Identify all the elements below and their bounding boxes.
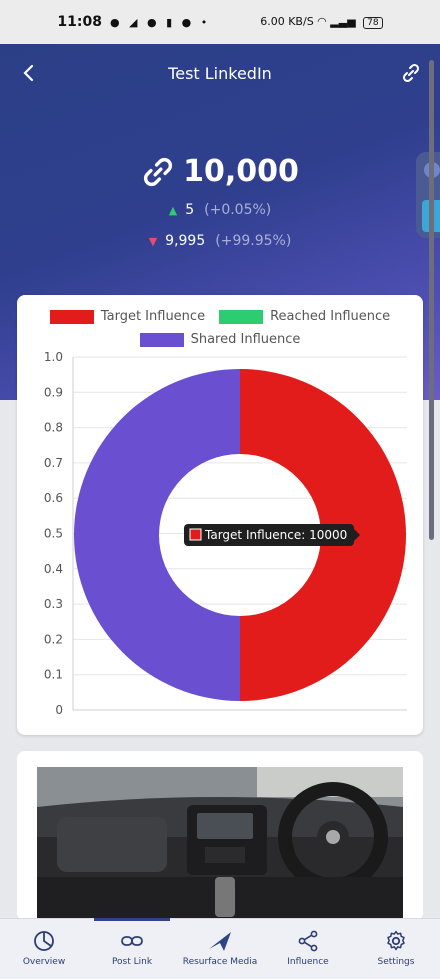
pie-chart-icon bbox=[34, 931, 54, 951]
floating-tools[interactable] bbox=[416, 152, 440, 238]
nav-label-overview: Overview bbox=[22, 957, 66, 967]
y-tick-label: 0.1 bbox=[44, 668, 63, 682]
tooltip-text: Target Influence: 10000 bbox=[204, 528, 347, 542]
nav-label-influence: Influence bbox=[287, 957, 329, 967]
status-bar: 11:08 ● ◢ ● ▮ ● • 6.00 KB/S ◠ ▂▃▅ 78 bbox=[0, 0, 440, 44]
media-preview-card[interactable] bbox=[17, 751, 423, 921]
status-right: 6.00 KB/S ◠ ▂▃▅ 78 bbox=[260, 15, 383, 29]
y-tick-label: 0.4 bbox=[44, 562, 63, 576]
influence-chart-card: Target Influence Reached Influence Share… bbox=[17, 295, 423, 735]
y-tick-label: 0.9 bbox=[44, 385, 63, 399]
nav-post-link[interactable]: Post Link bbox=[88, 918, 176, 967]
nav-overview[interactable]: Overview bbox=[0, 919, 88, 967]
share-icon bbox=[298, 930, 318, 952]
notification-icons: ● ◢ ● ▮ ● • bbox=[109, 15, 211, 29]
nav-label-resurface-media: Resurface Media bbox=[182, 957, 258, 967]
page-title: Test LinkedIn bbox=[168, 64, 272, 83]
chart-tooltip: Target Influence: 10000 bbox=[184, 524, 360, 546]
increase-stat: ▲ 5 (+0.05%) bbox=[0, 202, 440, 218]
total-count: 10,000 bbox=[0, 154, 440, 189]
bottom-navigation: Overview Post Link Resurface Media Influ… bbox=[0, 918, 440, 979]
car-interior-photo[interactable] bbox=[37, 767, 403, 921]
count-value: 10,000 bbox=[183, 154, 299, 189]
y-tick-label: 0.7 bbox=[44, 456, 63, 470]
gear-icon bbox=[387, 930, 405, 951]
y-tick-label: 0.3 bbox=[44, 597, 63, 611]
scrollbar[interactable] bbox=[429, 60, 434, 540]
chain-link-icon bbox=[144, 157, 173, 186]
y-tick-label: 0.8 bbox=[44, 421, 63, 435]
y-tick-label: 1.0 bbox=[44, 350, 63, 364]
nav-label-post-link: Post Link bbox=[111, 957, 153, 967]
decrease-stat: ▼ 9,995 (+99.95%) bbox=[0, 233, 440, 249]
link-icon[interactable] bbox=[400, 62, 422, 84]
nav-label-settings: Settings bbox=[377, 957, 415, 967]
triangle-up-icon: ▲ bbox=[168, 204, 178, 217]
nav-resurface-media[interactable]: Resurface Media bbox=[176, 919, 264, 967]
down-change: (+99.95%) bbox=[215, 233, 292, 249]
up-change: (+0.05%) bbox=[204, 202, 272, 218]
paper-plane-icon bbox=[209, 932, 231, 951]
y-tick-label: 0.6 bbox=[44, 491, 63, 505]
y-tick-label: 0.2 bbox=[44, 632, 63, 646]
triangle-down-icon: ▼ bbox=[148, 235, 158, 248]
nav-settings[interactable]: Settings bbox=[352, 919, 440, 967]
nav-influence[interactable]: Influence bbox=[264, 919, 352, 967]
wifi-icon: ◠ bbox=[317, 15, 331, 28]
network-speed: 6.00 KB/S bbox=[260, 15, 314, 28]
y-tick-label: 0 bbox=[55, 703, 63, 717]
battery-icon: 78 bbox=[363, 17, 383, 29]
status-time: 11:08 bbox=[57, 14, 102, 30]
y-tick-label: 0.5 bbox=[44, 527, 63, 541]
signal-icon: ▂▃▅ bbox=[330, 15, 356, 28]
up-value: 5 bbox=[185, 202, 195, 218]
down-value: 9,995 bbox=[165, 233, 206, 249]
link-icon bbox=[121, 936, 143, 946]
donut-chart[interactable]: 1.0 0.9 0.8 0.7 0.6 0.5 0.4 0.3 0.2 0.1 0 Target I… bbox=[17, 295, 423, 735]
